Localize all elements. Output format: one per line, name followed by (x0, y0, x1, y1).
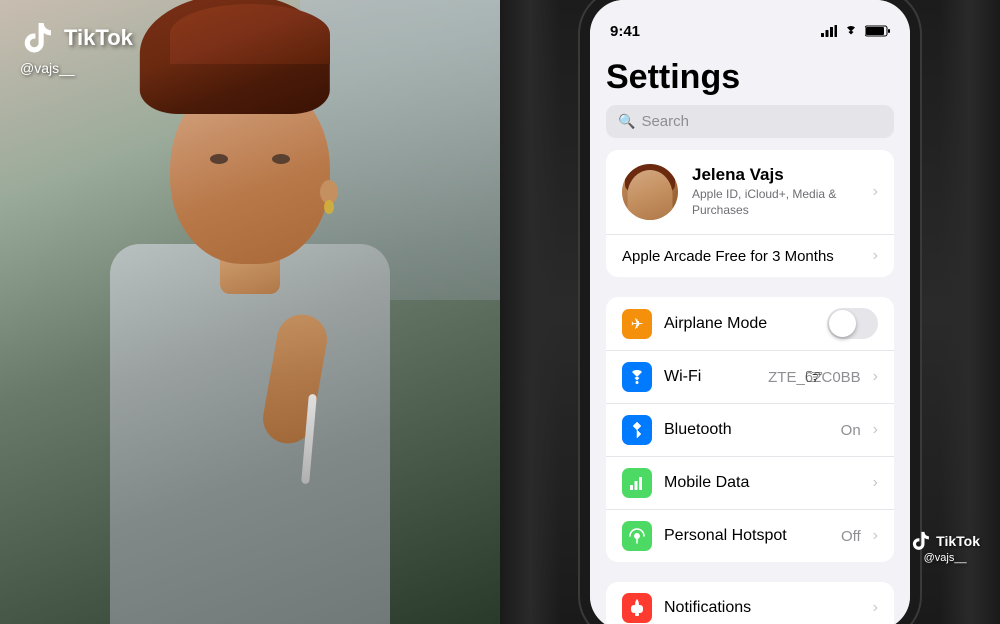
status-time: 9:41 (610, 23, 640, 40)
tiktok-handle-left: @vajs__ (20, 60, 75, 76)
tiktok-wm-text: TikTok (936, 533, 980, 549)
hotspot-icon-svg (628, 527, 646, 545)
settings-row-mobile-data[interactable]: Mobile Data › (606, 457, 894, 510)
profile-avatar (622, 164, 678, 220)
arcade-label: Apple Arcade Free for 3 Months (622, 248, 834, 265)
wifi-label: Wi-Fi (664, 368, 756, 386)
iphone-frame: 9:41 (580, 0, 920, 624)
status-icons (821, 25, 890, 37)
arcade-chevron: › (873, 247, 878, 265)
mobile-data-icon (622, 468, 652, 498)
profile-name: Jelena Vajs (692, 165, 859, 185)
tiktok-wm-handle: @vajs__ (910, 552, 980, 564)
settings-row-notifications[interactable]: Notifications › (606, 582, 894, 624)
bluetooth-value: On (841, 422, 861, 439)
hotspot-label: Personal Hotspot (664, 527, 829, 545)
notifications-icon (622, 593, 652, 623)
search-placeholder: Search (641, 113, 689, 130)
hotspot-chevron: › (873, 527, 878, 545)
mobile-data-chevron: › (873, 474, 878, 492)
status-bar: 9:41 (590, 0, 910, 50)
profile-row[interactable]: Jelena Vajs Apple ID, iCloud+, Media & P… (606, 150, 894, 235)
hotspot-value: Off (841, 528, 861, 545)
tiktok-icon (20, 20, 56, 56)
edge-shadow-left (500, 0, 560, 624)
avatar-face (628, 170, 673, 220)
profile-chevron: › (873, 183, 878, 201)
wifi-icon-svg (628, 370, 646, 384)
airplane-mode-toggle[interactable] (827, 308, 878, 339)
right-panel: 9:41 (500, 0, 1000, 624)
tiktok-logo: TikTok (20, 20, 133, 56)
tiktok-watermark-icon (910, 530, 932, 552)
tiktok-label: TikTok (64, 25, 133, 51)
wifi-value: ZTE_62C0BB (768, 369, 861, 386)
video-background: TikTok @vajs__ (0, 0, 500, 624)
wifi-chevron: › (873, 368, 878, 386)
mobile-data-label: Mobile Data (664, 474, 861, 492)
battery-icon (865, 25, 890, 37)
airplane-mode-icon: ✈ (622, 309, 652, 339)
bluetooth-chevron: › (873, 421, 878, 439)
settings-content: Settings 🔍 Search Jelena Vajs (590, 50, 910, 624)
search-icon: 🔍 (618, 113, 635, 130)
wifi-status-icon (843, 25, 859, 37)
settings-row-airplane[interactable]: ✈ Airplane Mode (606, 297, 894, 351)
hotspot-icon (622, 521, 652, 551)
settings-row-hotspot[interactable]: Personal Hotspot Off › (606, 510, 894, 562)
settings-row-wifi[interactable]: Wi-Fi ZTE_62C0BB › ☞ (606, 351, 894, 404)
toggle-thumb (829, 310, 856, 337)
profile-subtitle: Apple ID, iCloud+, Media & Purchases (692, 187, 859, 218)
profile-section: Jelena Vajs Apple ID, iCloud+, Media & P… (606, 150, 894, 277)
notifications-icon-svg (629, 599, 645, 617)
wifi-icon (622, 362, 652, 392)
settings-title: Settings (590, 50, 910, 105)
iphone-screen: 9:41 (590, 0, 910, 624)
notifications-label: Notifications (664, 599, 861, 617)
settings-row-bluetooth[interactable]: Bluetooth On › (606, 404, 894, 457)
system-group: Notifications › Sounds & Haptics › (606, 582, 894, 624)
notifications-chevron: › (873, 599, 878, 617)
connectivity-group: ✈ Airplane Mode (606, 297, 894, 562)
left-panel: TikTok @vajs__ (0, 0, 500, 624)
bluetooth-label: Bluetooth (664, 421, 829, 439)
search-bar[interactable]: 🔍 Search (606, 105, 894, 138)
airplane-mode-label: Airplane Mode (664, 315, 815, 333)
profile-info: Jelena Vajs Apple ID, iCloud+, Media & P… (692, 165, 859, 218)
tiktok-watermark-right: TikTok @vajs__ (910, 530, 980, 564)
mobile-data-icon-svg (629, 475, 645, 491)
signal-icon (821, 25, 837, 37)
bluetooth-icon-svg (630, 420, 644, 440)
bluetooth-icon (622, 415, 652, 445)
arcade-row[interactable]: Apple Arcade Free for 3 Months › (606, 235, 894, 277)
tiktok-watermark-label: TikTok (910, 530, 980, 552)
